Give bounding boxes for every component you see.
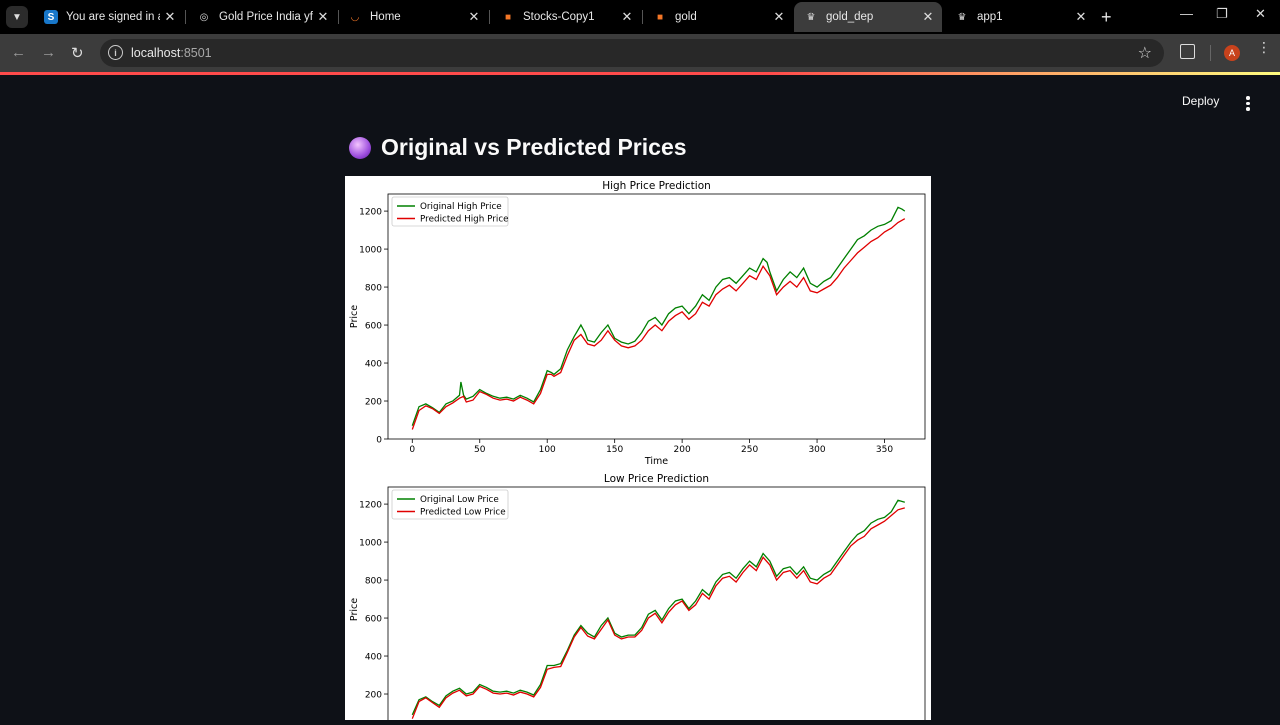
y-tick-label: 200 bbox=[365, 691, 382, 701]
browser-toolbar: ← → ↻ i localhost:8501 ☆ bbox=[0, 34, 1280, 72]
reload-icon[interactable]: ↻ bbox=[71, 44, 84, 62]
tab-close-icon[interactable]: ✕ bbox=[464, 9, 484, 25]
tab-title: Home bbox=[370, 11, 401, 23]
legend-label: Original High Price bbox=[420, 202, 502, 212]
browser-tab[interactable]: ■ gold ✕ bbox=[643, 2, 793, 32]
new-tab-button[interactable]: + bbox=[1101, 8, 1112, 26]
y-tick-label: 800 bbox=[365, 284, 382, 294]
y-tick-label: 400 bbox=[365, 360, 382, 370]
streamlit-icon: ♛ bbox=[957, 11, 967, 23]
browser-tab[interactable]: ♛ app1 ✕ bbox=[945, 2, 1095, 32]
legend-label: Predicted High Price bbox=[420, 215, 509, 225]
y-tick-label: 200 bbox=[365, 398, 382, 408]
charts-svg: High Price Prediction0200400600800100012… bbox=[349, 180, 926, 725]
y-axis-label: Price bbox=[349, 598, 360, 621]
jupyter-icon: ◡ bbox=[351, 11, 359, 23]
x-tick-label: 0 bbox=[409, 445, 415, 455]
series-line-predicted bbox=[411, 218, 906, 430]
page-title-text: Original vs Predicted Prices bbox=[381, 134, 687, 160]
streamlit-header-decoration bbox=[0, 72, 1280, 75]
site-info-icon[interactable]: i bbox=[108, 45, 123, 60]
tab-search-button[interactable]: ▼ bbox=[6, 6, 28, 28]
globe-icon: ◎ bbox=[199, 11, 209, 23]
url-host: localhost bbox=[131, 46, 181, 60]
y-tick-label: 1200 bbox=[359, 208, 382, 218]
tab-close-icon[interactable]: ✕ bbox=[160, 9, 180, 25]
address-bar[interactable]: i localhost:8501 ☆ bbox=[100, 39, 1164, 67]
x-tick-label: 50 bbox=[474, 445, 486, 455]
page-title: Original vs Predicted Prices bbox=[349, 134, 687, 161]
y-tick-label: 1000 bbox=[359, 539, 382, 549]
series-line-original bbox=[411, 499, 905, 716]
tab-close-icon[interactable]: ✕ bbox=[1071, 9, 1091, 25]
extensions-icon[interactable] bbox=[1180, 44, 1195, 59]
chart-image: High Price Prediction 0 200 400 600 800 1000 12… bbox=[345, 176, 931, 725]
tab-close-icon[interactable]: ✕ bbox=[313, 9, 333, 25]
s-logo-icon: S bbox=[44, 10, 58, 24]
window-close-icon[interactable]: ✕ bbox=[1255, 6, 1266, 22]
x-tick-label: 150 bbox=[606, 445, 623, 455]
y-tick-label: 600 bbox=[365, 615, 382, 625]
deploy-button[interactable]: Deploy bbox=[1182, 94, 1219, 108]
notebook-icon: ■ bbox=[656, 11, 664, 23]
y-tick-label: 400 bbox=[365, 653, 382, 663]
browser-tab[interactable]: ◎ Gold Price India yfina✕ bbox=[187, 2, 337, 32]
x-tick-label: 250 bbox=[741, 445, 758, 455]
x-tick-label: 100 bbox=[539, 445, 556, 455]
x-tick-label: 300 bbox=[808, 445, 825, 455]
profile-avatar[interactable]: A bbox=[1224, 45, 1240, 61]
tab-close-icon[interactable]: ✕ bbox=[617, 9, 637, 25]
legend-label: Original Low Price bbox=[420, 495, 499, 505]
tab-title: gold_dep bbox=[826, 11, 874, 23]
plot-frame bbox=[387, 486, 926, 725]
tab-title: app1 bbox=[977, 11, 1003, 23]
browser-tab[interactable]: S You are signed in as ✕ bbox=[34, 2, 184, 32]
streamlit-icon: ♛ bbox=[806, 11, 816, 23]
y-tick-label: 600 bbox=[365, 322, 382, 332]
tab-title: gold bbox=[675, 11, 697, 23]
browser-tab[interactable]: ■ Stocks-Copy1 ✕ bbox=[491, 2, 641, 32]
chart-title: Low Price Prediction bbox=[604, 473, 709, 485]
forward-arrow-icon[interactable]: → bbox=[41, 44, 56, 61]
x-tick-label: 350 bbox=[876, 445, 893, 455]
bookmark-star-icon[interactable]: ☆ bbox=[1138, 43, 1152, 63]
series-line-original bbox=[411, 206, 906, 426]
toolbar-divider bbox=[1210, 45, 1211, 61]
y-tick-label: 800 bbox=[365, 577, 382, 587]
x-tick-label: 200 bbox=[674, 445, 691, 455]
tab-close-icon[interactable]: ✕ bbox=[918, 9, 938, 25]
back-arrow-icon[interactable]: ← bbox=[11, 44, 26, 61]
tab-separator bbox=[185, 10, 186, 24]
restore-icon[interactable]: ❐ bbox=[1216, 6, 1228, 22]
plot-frame bbox=[387, 193, 926, 440]
tab-title: Gold Price India yfina bbox=[219, 11, 313, 23]
tab-title: Stocks-Copy1 bbox=[523, 11, 595, 23]
browser-tab[interactable]: ♛ gold_dep ✕ bbox=[794, 2, 942, 32]
x-axis-label: Time bbox=[644, 456, 668, 467]
minimize-icon[interactable]: — bbox=[1180, 6, 1193, 21]
url-text[interactable]: localhost:8501 bbox=[131, 46, 212, 60]
y-axis-label: Price bbox=[349, 305, 360, 328]
y-tick-label: 0 bbox=[376, 436, 382, 446]
app-menu-icon[interactable] bbox=[1245, 96, 1251, 113]
y-tick-label: 1200 bbox=[359, 501, 382, 511]
browser-tab[interactable]: ◡ Home ✕ bbox=[338, 2, 488, 32]
chart-title: High Price Prediction bbox=[602, 180, 711, 192]
url-port: :8501 bbox=[180, 46, 212, 60]
tab-close-icon[interactable]: ✕ bbox=[769, 9, 789, 25]
notebook-icon: ■ bbox=[504, 11, 512, 23]
tab-title: You are signed in as bbox=[66, 11, 160, 23]
browser-tab-strip: ▼ S You are signed in as ✕ ◎ Gold Price Indi… bbox=[0, 0, 1280, 34]
y-tick-label: 1000 bbox=[359, 246, 382, 256]
crystal-ball-icon bbox=[349, 136, 371, 159]
tab-separator bbox=[489, 10, 490, 24]
browser-menu-icon[interactable]: ⋮ bbox=[1257, 40, 1271, 54]
legend-label: Predicted Low Price bbox=[420, 508, 506, 518]
